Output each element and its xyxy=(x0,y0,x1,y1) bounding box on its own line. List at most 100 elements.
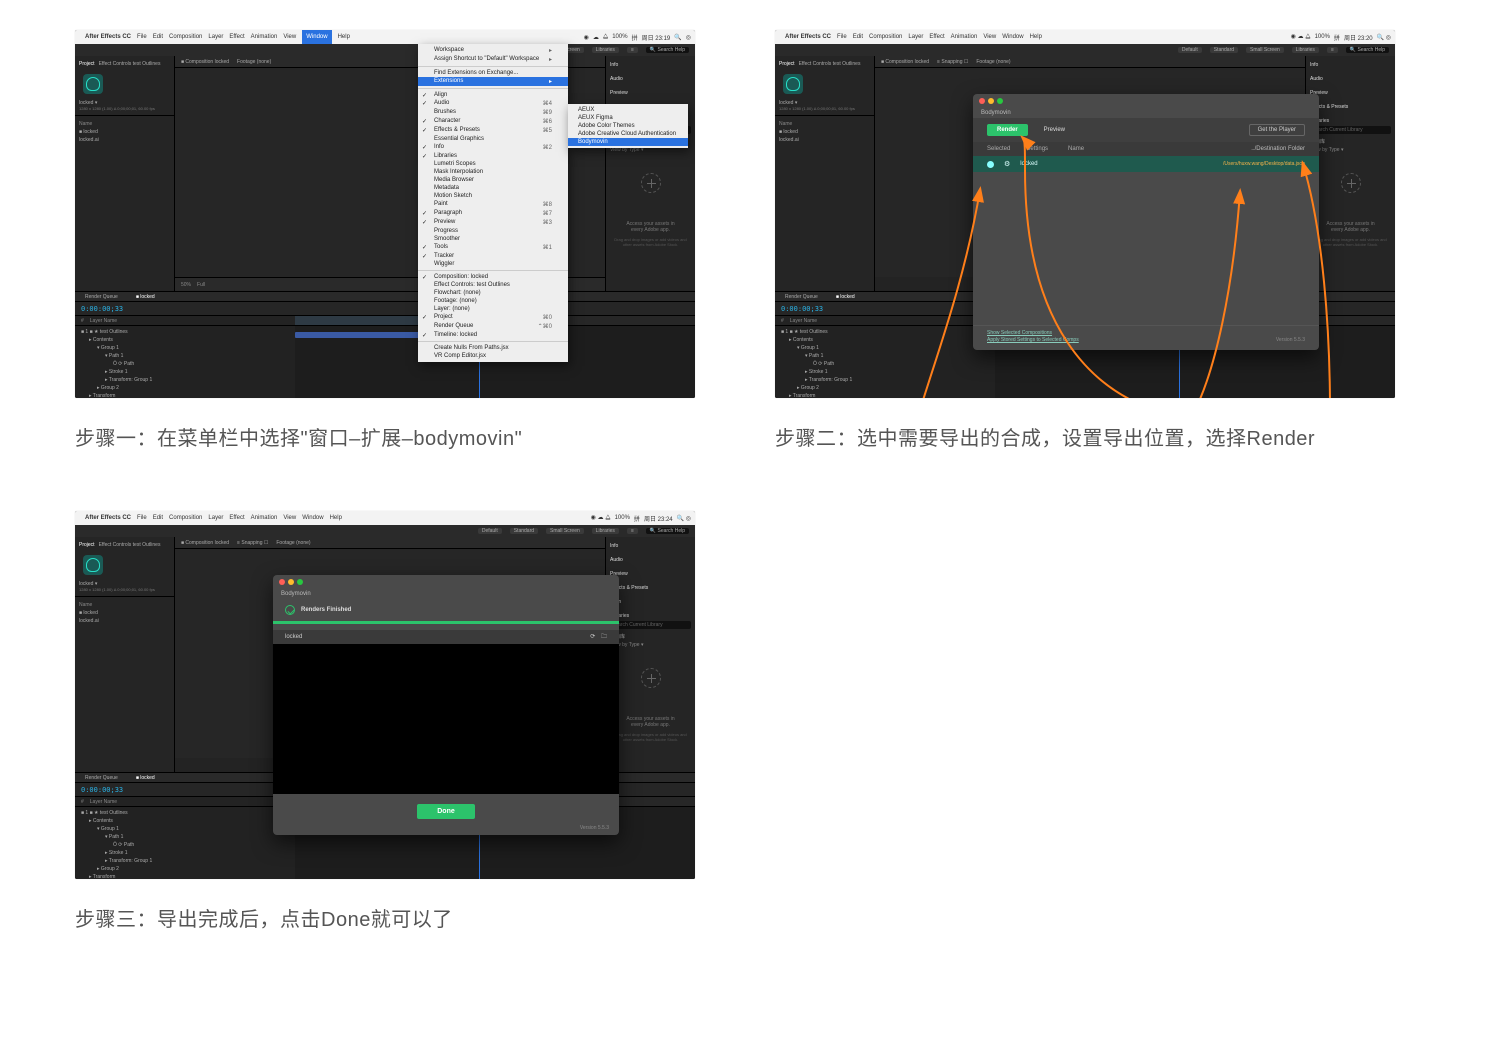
zoom-icon[interactable] xyxy=(297,579,303,585)
window-menu-item[interactable]: VR Comp Editor.jsx xyxy=(418,352,568,360)
zoom-level[interactable]: 50% xyxy=(181,282,191,288)
menubar-clock: 周日 23:24 xyxy=(644,514,673,523)
ext-bodymovin[interactable]: Bodymovin xyxy=(568,138,688,146)
window-menu-item[interactable]: Composition: locked xyxy=(418,273,568,281)
window-menu-item[interactable]: Essential Graphics xyxy=(418,135,568,143)
window-menu-item[interactable]: Flowchart: (none) xyxy=(418,289,568,297)
footage-tab[interactable]: Footage (none) xyxy=(237,59,271,65)
folder-icon[interactable]: 🗀 xyxy=(601,634,607,640)
tab-renderqueue[interactable]: Render Queue xyxy=(81,294,122,300)
window-menu-item[interactable]: Project⌘0 xyxy=(418,313,568,322)
menu-file[interactable]: File xyxy=(137,34,147,40)
ext-aeux-figma[interactable]: AEUX Figma xyxy=(568,114,688,122)
comp-meta: 1280 x 1280 (1.00) Δ 0;00;00;01, 60.00 f… xyxy=(79,106,170,111)
window-menu-item[interactable]: Lumetri Scopes xyxy=(418,160,568,168)
menubar-search-icon[interactable]: 🔍 xyxy=(674,34,681,41)
close-icon[interactable] xyxy=(279,579,285,585)
menu-animation[interactable]: Animation xyxy=(251,34,278,40)
menubar-clock: 周日 23:19 xyxy=(642,33,671,42)
library-dropzone[interactable]: Access your assets in every Adobe app. D… xyxy=(610,153,691,253)
project-row-ai[interactable]: locked.ai xyxy=(79,136,170,144)
link-show-selected[interactable]: Show Selected Compositions xyxy=(987,330,1052,336)
window-menu-item[interactable]: Progress xyxy=(418,227,568,235)
project-row-locked[interactable]: ■ locked xyxy=(79,128,170,136)
ae-workspace-tabs: Default Standard Small Screen Libraries … xyxy=(75,44,695,56)
export-path[interactable]: /Users/huxw.wang/Desktop/data.json xyxy=(1223,161,1305,167)
refresh-icon[interactable]: ⟳ xyxy=(590,634,595,640)
panel-audio[interactable]: Audio xyxy=(610,74,691,84)
panel-preview[interactable]: Preview xyxy=(610,88,691,98)
window-menu-item[interactable]: Wiggler xyxy=(418,260,568,268)
caption-step3: 步骤三：导出完成后，点击Done就可以了 xyxy=(75,903,695,932)
add-icon xyxy=(641,173,661,193)
window-menu-item[interactable]: Motion Sketch xyxy=(418,192,568,200)
window-menu-item[interactable]: Effect Controls: test Outlines xyxy=(418,281,568,289)
timecode[interactable]: 0:00:00;33 xyxy=(81,305,123,313)
menu-window[interactable]: Window xyxy=(302,30,331,44)
window-menu-item[interactable]: Brushes⌘9 xyxy=(418,108,568,117)
ext-aeux[interactable]: AEUX xyxy=(568,106,688,114)
search-help[interactable]: 🔍 Search Help xyxy=(646,47,689,53)
panel-info[interactable]: Info xyxy=(610,60,691,70)
step-1: After Effects CC File Edit Composition L… xyxy=(75,30,695,451)
render-button[interactable]: Render xyxy=(987,124,1028,136)
project-tab[interactable]: Project xyxy=(79,61,95,67)
link-apply-settings[interactable]: Apply Stored Settings to Selected Comps xyxy=(987,337,1079,343)
window-menu-item[interactable]: Paint⌘8 xyxy=(418,200,568,209)
window-menu-item[interactable]: Extensions▸ xyxy=(418,77,568,86)
window-menu-item[interactable]: Metadata xyxy=(418,184,568,192)
preview-button[interactable]: Preview xyxy=(1036,124,1073,136)
window-menu-item[interactable]: Preview⌘3 xyxy=(418,218,568,227)
window-menu-item[interactable]: Timeline: locked xyxy=(418,331,568,339)
minimize-icon[interactable] xyxy=(988,98,994,104)
close-icon[interactable] xyxy=(979,98,985,104)
menu-composition[interactable]: Composition xyxy=(169,34,202,40)
project-tab-ec[interactable]: Effect Controls test Outlines xyxy=(99,61,161,67)
window-menu-item[interactable]: Render Queue⌃⌘0 xyxy=(418,322,568,331)
window-menu-item[interactable]: Character⌘6 xyxy=(418,117,568,126)
window-menu-item[interactable]: Audio⌘4 xyxy=(418,99,568,108)
version-label: Version 5.5.3 xyxy=(1276,337,1305,344)
ext-cc-auth[interactable]: Adobe Creative Cloud Authentication xyxy=(568,130,688,138)
comp-tab[interactable]: ■ Composition locked xyxy=(181,59,229,65)
gear-icon[interactable]: ⚙ xyxy=(1004,160,1010,168)
minimize-icon[interactable] xyxy=(288,579,294,585)
menu-view[interactable]: View xyxy=(283,34,296,40)
window-menu-item[interactable]: Info⌘2 xyxy=(418,143,568,152)
window-menu-item[interactable]: Paragraph⌘7 xyxy=(418,209,568,218)
window-menu-item[interactable]: Smoother xyxy=(418,235,568,243)
workspace-overflow[interactable]: ≡ xyxy=(627,47,638,53)
resolution[interactable]: Full xyxy=(197,282,205,288)
window-menu-item[interactable]: Workspace▸ xyxy=(418,46,568,55)
window-menu-item[interactable]: Mask Interpolation xyxy=(418,168,568,176)
window-menu-item[interactable]: Libraries xyxy=(418,152,568,160)
window-menu-item[interactable]: Assign Shortcut to "Default" Workspace▸ xyxy=(418,55,568,64)
done-button[interactable]: Done xyxy=(417,804,475,819)
window-menu-item[interactable]: Layer: (none) xyxy=(418,305,568,313)
window-menu-item[interactable]: Tools⌘1 xyxy=(418,243,568,252)
menu-layer[interactable]: Layer xyxy=(208,34,223,40)
comp-row[interactable]: ⚙ locked /Users/huxw.wang/Desktop/data.j… xyxy=(973,156,1319,172)
bodymovin-panel: Bodymovin Render Preview Get the Player … xyxy=(973,94,1319,350)
window-menu-item[interactable]: Create Nulls From Paths.jsx xyxy=(418,344,568,352)
zoom-icon[interactable] xyxy=(997,98,1003,104)
menu-edit[interactable]: Edit xyxy=(153,34,163,40)
menu-help[interactable]: Help xyxy=(338,34,350,40)
window-menu-item[interactable]: Tracker xyxy=(418,252,568,260)
window-menu-item[interactable]: Effects & Presets⌘5 xyxy=(418,126,568,135)
get-player-button[interactable]: Get the Player xyxy=(1249,124,1305,136)
workspace-libraries[interactable]: Libraries xyxy=(592,47,619,53)
window-menu-item[interactable]: Media Browser xyxy=(418,176,568,184)
window-menu-item[interactable]: Align xyxy=(418,91,568,99)
screenshot-1: After Effects CC File Edit Composition L… xyxy=(75,30,695,398)
ext-color-themes[interactable]: Adobe Color Themes xyxy=(568,122,688,130)
bodymovin-titlebar[interactable] xyxy=(973,94,1319,108)
window-menu-item[interactable]: Find Extensions on Exchange... xyxy=(418,69,568,77)
menubar-siri-icon[interactable]: ◎ xyxy=(686,34,691,41)
col-destination[interactable]: ../Destination Folder xyxy=(1251,146,1305,152)
menu-effect[interactable]: Effect xyxy=(229,34,244,40)
bodymovin-finished-panel: Bodymovin Renders Finished locked ⟳ 🗀 Do… xyxy=(273,575,619,835)
select-radio[interactable] xyxy=(987,161,994,168)
window-menu-item[interactable]: Footage: (none) xyxy=(418,297,568,305)
tab-comp[interactable]: ■ locked xyxy=(132,294,159,300)
